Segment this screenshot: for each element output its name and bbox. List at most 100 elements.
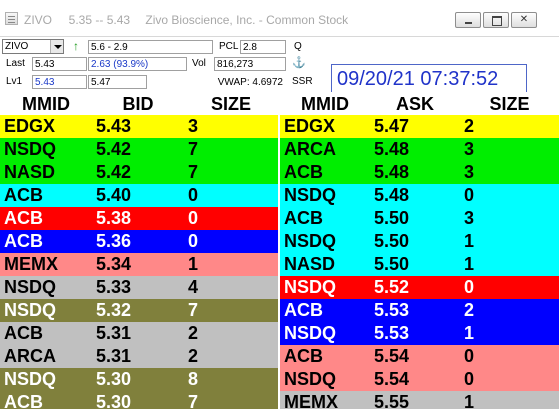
- ask-row[interactable]: MEMX 5.55 1: [280, 391, 559, 409]
- bid-row[interactable]: ACB 5.40 0: [0, 184, 278, 207]
- close-icon[interactable]: [511, 12, 537, 28]
- ask-row[interactable]: ACB 5.53 2: [280, 299, 559, 322]
- bid-size-cell: 7: [188, 392, 199, 409]
- bid-price-cell: 5.43: [96, 116, 132, 136]
- bid-mmid-header[interactable]: MMID: [0, 92, 92, 115]
- ask-price-cell: 5.48: [374, 139, 410, 159]
- last-field: 5.43: [32, 57, 87, 71]
- maximize-icon[interactable]: [483, 12, 509, 28]
- change-field: 2.63 (93.9%): [88, 57, 187, 71]
- bid-size-cell: 0: [188, 231, 199, 251]
- minimize-icon[interactable]: [455, 12, 481, 28]
- bid-mmid-cell: NSDQ: [4, 277, 57, 297]
- bid-book: EDGX 5.43 3 NSDQ 5.42 7 NASD 5.42 7 ACB 5.40 0 ACB 5.…: [0, 115, 278, 409]
- anchor-icon: ⚓: [292, 57, 306, 69]
- bid-row[interactable]: NSDQ 5.33 4: [0, 276, 278, 299]
- bid-mmid-cell: NSDQ: [4, 369, 57, 389]
- bid-mmid-cell: ACB: [4, 231, 43, 251]
- bid-size-cell: 8: [188, 369, 199, 389]
- title-company: Zivo Bioscience, Inc. - Common Stock: [145, 13, 349, 27]
- ask-row[interactable]: ARCA 5.48 3: [280, 138, 559, 161]
- vwap-field: VWAP: 4.6972: [150, 75, 286, 89]
- title-bar[interactable]: ZIVO 5.35 -- 5.43 Zivo Bioscience, Inc. …: [0, 0, 559, 37]
- bid-row[interactable]: ACB 5.30 7: [0, 391, 278, 409]
- bid-mmid-cell: ACB: [4, 185, 43, 205]
- ask-size-cell: 0: [464, 346, 475, 366]
- ask-price-header[interactable]: ASK: [370, 92, 460, 115]
- ask-mmid-cell: ARCA: [284, 139, 336, 159]
- ask-size-cell: 1: [464, 392, 475, 409]
- bid-row[interactable]: NASD 5.42 7: [0, 161, 278, 184]
- ask-row[interactable]: ACB 5.50 3: [280, 207, 559, 230]
- bid-row[interactable]: ACB 5.31 2: [0, 322, 278, 345]
- lv1-bid-field: 5.43: [32, 75, 87, 89]
- ask-row[interactable]: EDGX 5.47 2: [280, 115, 559, 138]
- ask-price-cell: 5.47: [374, 116, 410, 136]
- ask-price-cell: 5.48: [374, 162, 410, 182]
- bid-price-header[interactable]: BID: [92, 92, 184, 115]
- pcl-field: 2.8: [240, 40, 286, 54]
- ask-mmid-cell: ACB: [284, 300, 323, 320]
- ask-size-cell: 3: [464, 208, 475, 228]
- bid-row[interactable]: ARCA 5.31 2: [0, 345, 278, 368]
- ask-size-header[interactable]: SIZE: [460, 92, 559, 115]
- bid-price-cell: 5.38: [96, 208, 132, 228]
- ask-price-cell: 5.54: [374, 346, 410, 366]
- bid-price-cell: 5.32: [96, 300, 132, 320]
- bid-price-cell: 5.40: [96, 185, 132, 205]
- ask-row[interactable]: NSDQ 5.54 0: [280, 368, 559, 391]
- bid-row[interactable]: EDGX 5.43 3: [0, 115, 278, 138]
- bid-header: MMID BID SIZE: [0, 92, 278, 115]
- bid-size-cell: 7: [188, 300, 199, 320]
- bid-size-cell: 0: [188, 185, 199, 205]
- bid-row[interactable]: NSDQ 5.32 7: [0, 299, 278, 322]
- ask-size-cell: 2: [464, 116, 475, 136]
- bid-size-cell: 0: [188, 208, 199, 228]
- bid-size-cell: 2: [188, 346, 199, 366]
- bid-size-header[interactable]: SIZE: [184, 92, 278, 115]
- ask-size-cell: 0: [464, 277, 475, 297]
- bid-mmid-cell: ARCA: [4, 346, 56, 366]
- ask-price-cell: 5.50: [374, 254, 410, 274]
- ask-row[interactable]: NSDQ 5.53 1: [280, 322, 559, 345]
- ask-mmid-cell: ACB: [284, 162, 323, 182]
- symbol-value: ZIVO: [5, 41, 29, 52]
- ask-row[interactable]: NSDQ 5.52 0: [280, 276, 559, 299]
- ask-size-cell: 3: [464, 162, 475, 182]
- lv1-label: Lv1: [6, 76, 23, 87]
- bid-row[interactable]: ACB 5.38 0: [0, 207, 278, 230]
- ask-price-cell: 5.50: [374, 208, 410, 228]
- bid-mmid-cell: EDGX: [4, 116, 56, 136]
- chevron-down-icon[interactable]: [50, 40, 63, 53]
- bid-size-cell: 7: [188, 139, 199, 159]
- ask-size-cell: 1: [464, 323, 475, 343]
- ask-price-cell: 5.53: [374, 300, 410, 320]
- bid-row[interactable]: NSDQ 5.30 8: [0, 368, 278, 391]
- bid-size-cell: 3: [188, 116, 199, 136]
- bid-mmid-cell: ACB: [4, 208, 43, 228]
- bid-price-cell: 5.30: [96, 369, 132, 389]
- ask-row[interactable]: ACB 5.54 0: [280, 345, 559, 368]
- ask-row[interactable]: NASD 5.50 1: [280, 253, 559, 276]
- bid-row[interactable]: ACB 5.36 0: [0, 230, 278, 253]
- ask-mmid-cell: NSDQ: [284, 277, 337, 297]
- bid-row[interactable]: MEMX 5.34 1: [0, 253, 278, 276]
- title-symbol-prices: ZIVO 5.35 -- 5.43: [24, 13, 131, 27]
- ask-row[interactable]: NSDQ 5.48 0: [280, 184, 559, 207]
- symbol-select[interactable]: ZIVO: [2, 39, 64, 54]
- ask-mmid-header[interactable]: MMID: [280, 92, 370, 115]
- volume-field: 816,273: [214, 57, 286, 71]
- ask-mmid-cell: NASD: [284, 254, 336, 274]
- last-label: Last: [6, 58, 25, 69]
- bid-mmid-cell: MEMX: [4, 254, 58, 274]
- ask-price-cell: 5.50: [374, 231, 410, 251]
- day-range-field: 5.6 - 2.9: [88, 40, 213, 54]
- bid-row[interactable]: NSDQ 5.42 7: [0, 138, 278, 161]
- ask-mmid-cell: NSDQ: [284, 231, 337, 251]
- ask-row[interactable]: NSDQ 5.50 1: [280, 230, 559, 253]
- bid-size-cell: 4: [188, 277, 199, 297]
- ask-size-cell: 3: [464, 139, 475, 159]
- window-menu-icon[interactable]: [5, 12, 18, 25]
- bid-price-cell: 5.34: [96, 254, 132, 274]
- ask-row[interactable]: ACB 5.48 3: [280, 161, 559, 184]
